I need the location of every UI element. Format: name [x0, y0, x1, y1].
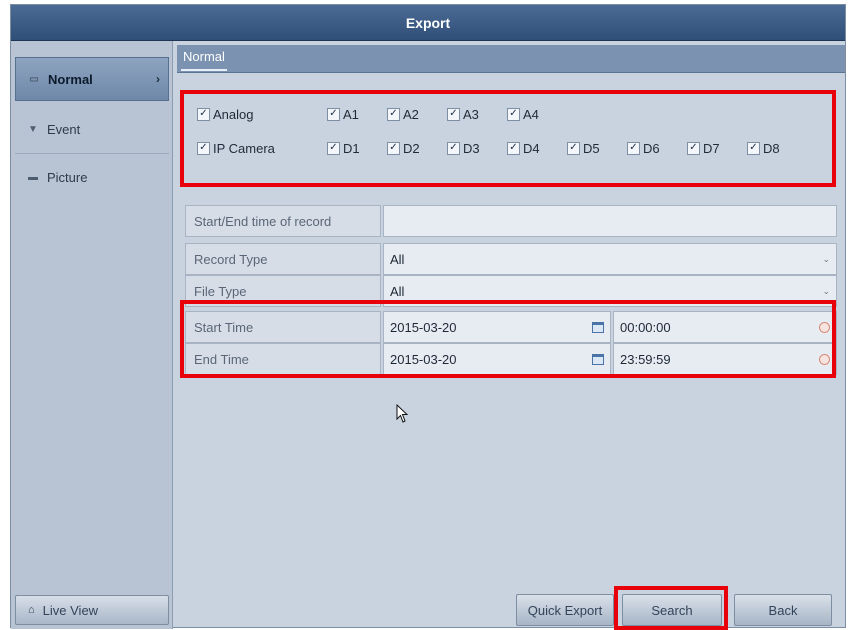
checkbox-checked-icon: ✓: [387, 107, 400, 121]
start-time-value: 00:00:00: [620, 319, 671, 335]
channel-label: A2: [403, 106, 419, 122]
mouse-cursor-icon: [396, 404, 409, 423]
checkbox-checked-icon: ✓: [507, 141, 520, 155]
checkbox-checked-icon: ✓: [447, 107, 460, 121]
file-type-label: File Type: [185, 275, 381, 307]
record-time-label: Start/End time of record: [185, 205, 381, 237]
search-button[interactable]: Search: [622, 594, 722, 626]
checkbox-checked-icon: ✓: [327, 107, 340, 121]
checkbox-checked-icon: ✓: [387, 141, 400, 155]
sidebar-item-event[interactable]: ▼ Event: [15, 107, 169, 151]
start-time-label: Start Time: [185, 311, 381, 343]
ip-camera-checkbox[interactable]: ✓ IP Camera: [197, 139, 275, 157]
channel-d4-checkbox[interactable]: ✓ D4: [507, 139, 540, 157]
sidebar-item-label: Picture: [47, 169, 88, 185]
window-title: Export: [11, 5, 845, 41]
start-time-row: Start Time 2015-03-20 00:00:00: [185, 311, 837, 343]
channel-label: A3: [463, 106, 479, 122]
back-button[interactable]: Back: [734, 594, 832, 626]
record-type-select[interactable]: All ⌄: [383, 243, 837, 275]
quick-export-button[interactable]: Quick Export: [516, 594, 614, 626]
channel-a1-checkbox[interactable]: ✓ A1: [327, 105, 359, 123]
camera-icon: ▭: [29, 73, 39, 85]
chevron-down-icon: ⌄: [822, 253, 830, 264]
checkbox-checked-icon: ✓: [627, 141, 640, 155]
file-type-value: All: [390, 283, 405, 299]
end-time-label: End Time: [185, 343, 381, 375]
chevron-right-icon: ›: [156, 72, 160, 86]
sidebar-item-label: Event: [47, 121, 81, 137]
ip-camera-label: IP Camera: [213, 140, 275, 156]
record-type-row: Record Type All ⌄: [185, 243, 837, 275]
analog-checkbox[interactable]: ✓ Analog: [197, 105, 253, 123]
record-time-value: [383, 205, 837, 237]
clock-icon[interactable]: [819, 353, 830, 365]
checkbox-checked-icon: ✓: [197, 107, 210, 121]
channel-label: D2: [403, 140, 420, 156]
live-view-label: Live View: [42, 602, 99, 618]
checkbox-checked-icon: ✓: [687, 141, 700, 155]
channel-a3-checkbox[interactable]: ✓ A3: [447, 105, 479, 123]
sidebar-item-picture[interactable]: ▬ Picture: [15, 155, 169, 199]
sidebar-item-normal[interactable]: ▭ Normal ›: [15, 57, 169, 101]
channel-d6-checkbox[interactable]: ✓ D6: [627, 139, 660, 157]
channel-d5-checkbox[interactable]: ✓ D5: [567, 139, 600, 157]
end-date-value: 2015-03-20: [390, 351, 457, 367]
checkbox-checked-icon: ✓: [197, 141, 210, 155]
record-type-label: Record Type: [185, 243, 381, 275]
start-date-field[interactable]: 2015-03-20: [383, 311, 611, 343]
main-panel: Normal ✓ Analog ✓ A1 ✓ A2 ✓ A3 ✓ A4 ✓ IP…: [177, 41, 845, 629]
analog-label: Analog: [213, 106, 254, 122]
channel-label: D3: [463, 140, 480, 156]
channel-a2-checkbox[interactable]: ✓ A2: [387, 105, 419, 123]
checkbox-checked-icon: ✓: [507, 107, 520, 121]
home-icon: ⌂: [28, 604, 35, 616]
end-time-value: 23:59:59: [620, 351, 671, 367]
channel-label: D5: [583, 140, 600, 156]
picture-icon: ▬: [28, 171, 38, 183]
file-type-row: File Type All ⌄: [185, 275, 837, 307]
channel-d2-checkbox[interactable]: ✓ D2: [387, 139, 420, 157]
sidebar-item-label: Normal: [48, 71, 93, 87]
tab-normal[interactable]: Normal: [181, 47, 227, 71]
calendar-icon[interactable]: [592, 353, 604, 365]
checkbox-checked-icon: ✓: [327, 141, 340, 155]
calendar-icon[interactable]: [592, 321, 604, 333]
clock-icon[interactable]: [819, 321, 830, 333]
tab-bar: Normal: [177, 45, 845, 73]
channel-label: D8: [763, 140, 780, 156]
channel-label: D6: [643, 140, 660, 156]
sidebar: ▭ Normal › ▼ Event ▬ Picture ⌂ Live View: [11, 41, 173, 629]
end-time-field[interactable]: 23:59:59: [613, 343, 837, 375]
checkbox-checked-icon: ✓: [447, 141, 460, 155]
live-view-button[interactable]: ⌂ Live View: [15, 595, 169, 625]
channel-d8-checkbox[interactable]: ✓ D8: [747, 139, 780, 157]
start-time-field[interactable]: 00:00:00: [613, 311, 837, 343]
channel-d3-checkbox[interactable]: ✓ D3: [447, 139, 480, 157]
channel-label: D1: [343, 140, 360, 156]
checkbox-checked-icon: ✓: [747, 141, 760, 155]
end-date-field[interactable]: 2015-03-20: [383, 343, 611, 375]
chevron-down-icon: ⌄: [822, 285, 830, 296]
channel-label: D7: [703, 140, 720, 156]
end-time-row: End Time 2015-03-20 23:59:59: [185, 343, 837, 375]
channel-a4-checkbox[interactable]: ✓ A4: [507, 105, 539, 123]
channel-label: D4: [523, 140, 540, 156]
record-type-value: All: [390, 251, 405, 267]
sidebar-divider: [15, 153, 169, 154]
export-window: Export ▭ Normal › ▼ Event ▬ Picture ⌂ Li…: [10, 4, 846, 629]
channel-d7-checkbox[interactable]: ✓ D7: [687, 139, 720, 157]
channel-selection: ✓ Analog ✓ A1 ✓ A2 ✓ A3 ✓ A4 ✓ IP Camera: [185, 79, 837, 173]
record-time-row: Start/End time of record: [185, 205, 837, 237]
checkbox-checked-icon: ✓: [567, 141, 580, 155]
channel-label: A1: [343, 106, 359, 122]
start-date-value: 2015-03-20: [390, 319, 457, 335]
channel-label: A4: [523, 106, 539, 122]
pin-icon: ▼: [28, 123, 38, 135]
channel-d1-checkbox[interactable]: ✓ D1: [327, 139, 360, 157]
file-type-select[interactable]: All ⌄: [383, 275, 837, 307]
